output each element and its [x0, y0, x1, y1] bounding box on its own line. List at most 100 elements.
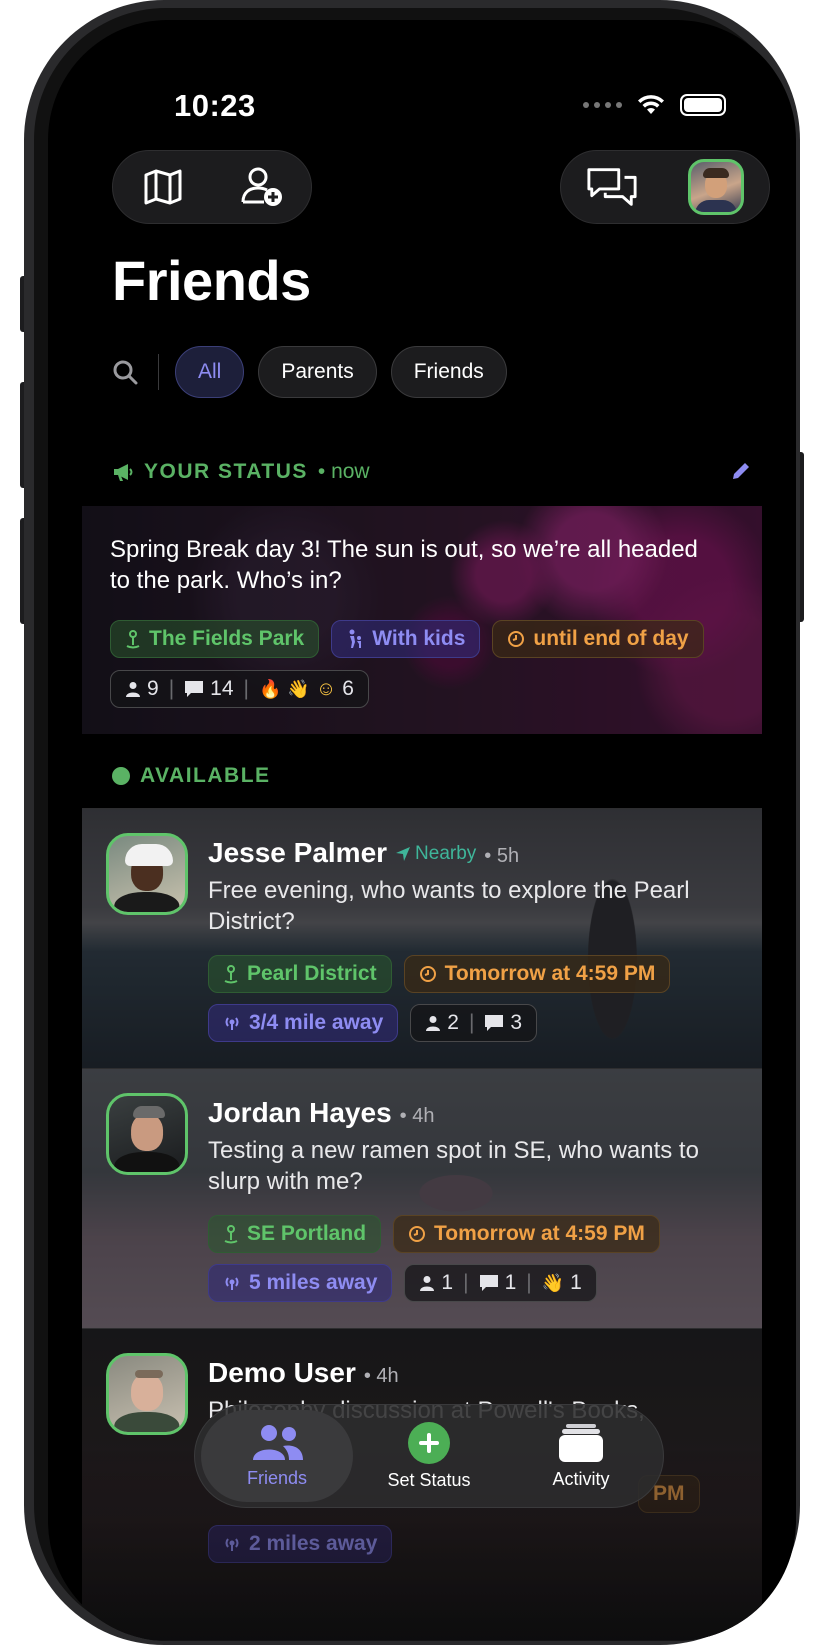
- fire-icon: 🔥: [258, 678, 282, 699]
- filter-chip-parents[interactable]: Parents: [258, 346, 377, 398]
- avatar-jesse[interactable]: [106, 833, 188, 915]
- friend-stats[interactable]: 2 | 3: [410, 1004, 538, 1042]
- friend-comment-count: 1: [504, 1271, 517, 1294]
- friend-when-tag[interactable]: Tomorrow at 4:59 PM: [403, 955, 671, 993]
- tab-activity[interactable]: Activity: [505, 1410, 657, 1502]
- location-tag[interactable]: The Fields Park: [110, 620, 320, 658]
- friend-distance-label: 2 miles away: [249, 1532, 378, 1555]
- status-people-count: 9: [147, 677, 159, 700]
- friend-distance-tag[interactable]: 3/4 mile away: [208, 1004, 399, 1042]
- available-label: AVAILABLE: [140, 764, 271, 787]
- your-status-card[interactable]: Spring Break day 3! The sun is out, so w…: [82, 506, 762, 734]
- top-right-actions: [560, 150, 770, 224]
- your-status-label: YOUR STATUS: [144, 460, 308, 483]
- kids-tag-label: With kids: [372, 627, 466, 650]
- tab-friends[interactable]: Friends: [201, 1410, 353, 1502]
- status-stats[interactable]: 9 | 14 | 🔥 👋 ☺ 6: [110, 670, 369, 708]
- status-comment-count: 14: [210, 677, 234, 700]
- friend-when-tag[interactable]: Tomorrow at 4:59 PM: [393, 1215, 660, 1253]
- your-status-header: YOUR STATUS • now: [112, 460, 370, 484]
- friend-when-label: Tomorrow at 4:59 PM: [434, 1222, 645, 1245]
- megaphone-icon: [114, 464, 133, 481]
- signal-icon: [225, 1538, 239, 1551]
- status-tags-row: The Fields Park With kids until end of d…: [110, 620, 704, 658]
- profile-avatar[interactable]: [688, 159, 744, 215]
- pencil-icon[interactable]: [730, 460, 752, 487]
- friend-time: • 4h: [399, 1105, 435, 1127]
- clock-icon: [508, 631, 525, 647]
- signal-icon: [225, 1017, 239, 1030]
- status-time: 10:23: [174, 88, 256, 123]
- friend-name: Jordan Hayes: [208, 1097, 392, 1128]
- friend-name-row: Jesse Palmer Nearby • 5h: [208, 837, 519, 869]
- friend-distance-label: 5 miles away: [249, 1271, 378, 1294]
- status-icons: [583, 94, 726, 116]
- friend-stats-row: 5 miles away 1 | 1 | 👋 1: [208, 1264, 597, 1302]
- friends-icon: [253, 1424, 303, 1460]
- smile-icon: ☺: [315, 677, 337, 700]
- pin-icon: [126, 630, 140, 649]
- friend-tags-row: Pearl District Tomorrow at 4:59 PM: [208, 955, 671, 993]
- until-tag[interactable]: until end of day: [492, 620, 704, 658]
- chat-icon[interactable]: [586, 161, 638, 213]
- friend-name-row: Jordan Hayes • 4h: [208, 1097, 434, 1129]
- wave-icon: 👋: [541, 1272, 565, 1293]
- top-left-actions: [112, 150, 312, 224]
- filter-chip-friends[interactable]: Friends: [390, 346, 507, 398]
- walking-kid-icon: [349, 629, 362, 648]
- tab-friends-label: Friends: [246, 1467, 308, 1488]
- pin-icon: [224, 1225, 238, 1244]
- friend-name-row: Demo User • 4h: [208, 1357, 399, 1389]
- location-tag-label: The Fields Park: [149, 627, 305, 650]
- person-icon: [420, 1276, 435, 1291]
- activity-stack-icon: [559, 1423, 603, 1462]
- comment-icon: [479, 1275, 498, 1291]
- nearby-badge: Nearby: [395, 843, 476, 865]
- wifi-icon: [638, 95, 664, 114]
- friend-card-jesse[interactable]: Jesse Palmer Nearby • 5h Free evening, w…: [82, 808, 762, 1068]
- kids-tag[interactable]: With kids: [331, 620, 481, 658]
- friend-tags-row: SE Portland Tomorrow at 4:59 PM: [208, 1215, 660, 1253]
- until-tag-label: until end of day: [533, 627, 689, 650]
- person-icon: [126, 682, 140, 697]
- available-dot-icon: [112, 767, 130, 785]
- location-arrow-icon: [396, 847, 411, 861]
- friend-time: • 5h: [484, 845, 520, 867]
- avatar-jordan[interactable]: [106, 1093, 188, 1175]
- friend-card-jordan[interactable]: Jordan Hayes • 4h Testing a new ramen sp…: [82, 1068, 762, 1328]
- add-friend-icon[interactable]: [236, 161, 288, 213]
- friend-stats-row: 3/4 mile away 2 | 3: [208, 1004, 538, 1042]
- friend-time: • 4h: [363, 1365, 399, 1387]
- map-icon[interactable]: [137, 161, 189, 213]
- nearby-label: Nearby: [415, 843, 477, 864]
- filter-bar: All Parents Friends: [112, 346, 507, 398]
- page-title: Friends: [112, 249, 311, 312]
- tab-bar: Friends Set Status Activity: [194, 1404, 664, 1508]
- search-icon[interactable]: [112, 352, 142, 392]
- friend-location-tag[interactable]: Pearl District: [208, 955, 392, 993]
- avatar-demo[interactable]: [106, 1353, 188, 1435]
- friend-distance-tag[interactable]: 2 miles away: [208, 1525, 393, 1563]
- tab-activity-label: Activity: [552, 1468, 610, 1489]
- person-icon: [426, 1016, 441, 1031]
- friend-location-label: Pearl District: [247, 962, 377, 985]
- plus-icon: [408, 1421, 450, 1464]
- tab-set-status[interactable]: Set Status: [353, 1410, 505, 1502]
- friend-stats-row: 2 miles away: [208, 1525, 393, 1563]
- your-status-time: • now: [317, 460, 370, 483]
- friend-stats[interactable]: 1 | 1 | 👋 1: [404, 1264, 597, 1302]
- pin-icon: [224, 965, 238, 984]
- friend-people-count: 1: [441, 1271, 454, 1294]
- clock-icon: [419, 966, 436, 982]
- comment-icon: [485, 1015, 504, 1031]
- friend-people-count: 2: [447, 1011, 459, 1034]
- status-reaction-count: 6: [342, 677, 354, 700]
- phone-device: 10:23 Friends All Parents Friends YOUR S…: [20, 0, 804, 1645]
- friend-location-label: SE Portland: [247, 1222, 367, 1245]
- friend-location-tag[interactable]: SE Portland: [208, 1215, 382, 1253]
- friend-distance-tag[interactable]: 5 miles away: [208, 1264, 393, 1302]
- friend-distance-label: 3/4 mile away: [249, 1011, 384, 1034]
- filter-chip-all[interactable]: All: [175, 346, 245, 398]
- phone-frame: 10:23 Friends All Parents Friends YOUR S…: [24, 0, 800, 1645]
- friend-when-label: PM: [653, 1482, 685, 1505]
